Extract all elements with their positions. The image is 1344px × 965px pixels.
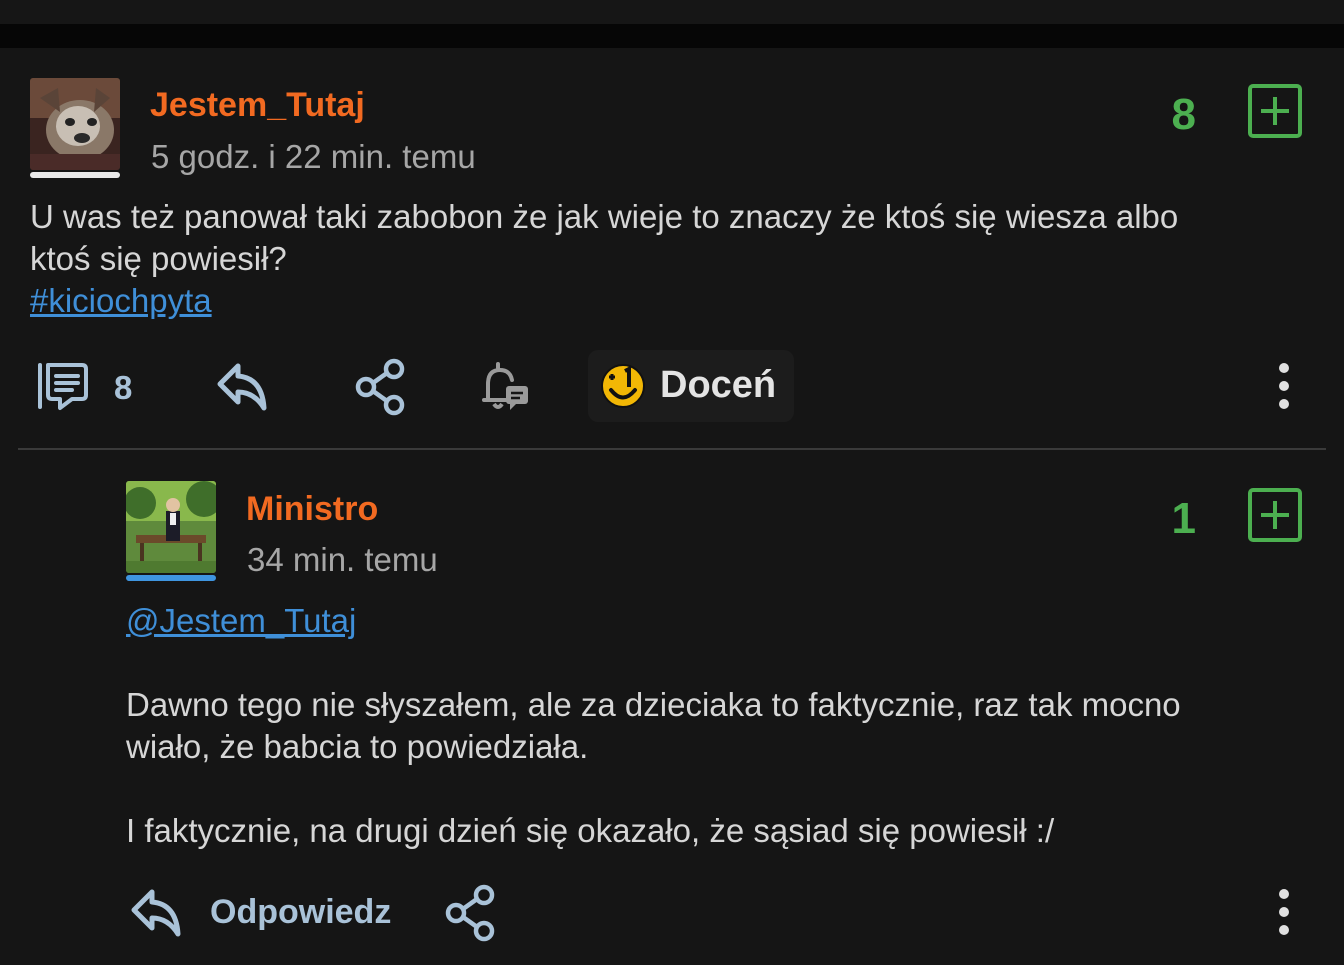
bell-notification-icon[interactable] bbox=[476, 358, 532, 414]
comment-body-line: I faktycznie, na drugi dzień się okazało… bbox=[126, 812, 1055, 849]
comment-body-line: wiało, że babcia to powiedziała. bbox=[126, 728, 589, 765]
share-icon[interactable] bbox=[354, 358, 408, 416]
comment-body-line: Dawno tego nie słyszałem, ale za dziecia… bbox=[126, 686, 1181, 723]
share-icon[interactable] bbox=[444, 884, 498, 942]
top-separator-bar bbox=[0, 24, 1344, 48]
post-body-line: U was też panował taki zabobon że jak wi… bbox=[30, 198, 1179, 235]
avatar[interactable] bbox=[30, 78, 120, 170]
more-vertical-icon[interactable] bbox=[1274, 886, 1294, 938]
vote-score: 1 bbox=[1171, 494, 1196, 543]
plus-one-smiley-icon bbox=[600, 363, 646, 409]
avatar[interactable] bbox=[126, 481, 216, 573]
hashtag-link[interactable]: #kiciochpyta bbox=[30, 280, 212, 322]
post-body: U was też panował taki zabobon że jak wi… bbox=[30, 196, 1320, 322]
avatar-status-bar bbox=[126, 575, 216, 581]
username[interactable]: Jestem_Tutaj bbox=[150, 86, 365, 125]
docen-button[interactable]: Doceń bbox=[588, 350, 794, 422]
divider bbox=[18, 448, 1326, 450]
vote-score: 8 bbox=[1171, 90, 1196, 139]
more-vertical-icon[interactable] bbox=[1274, 360, 1294, 412]
post-body-line: ktoś się powiesił? bbox=[30, 240, 287, 277]
status-band bbox=[0, 0, 1344, 24]
timestamp: 5 godz. i 22 min. temu bbox=[151, 138, 476, 175]
docen-label: Doceń bbox=[660, 364, 777, 406]
plus-square-icon[interactable] bbox=[1248, 84, 1302, 138]
mention-link[interactable]: @Jestem_Tutaj bbox=[126, 600, 356, 642]
reply-arrow-icon[interactable] bbox=[128, 884, 184, 940]
avatar-status-bar bbox=[30, 172, 120, 178]
username[interactable]: Ministro bbox=[246, 490, 378, 529]
comments-count[interactable]: 8 bbox=[114, 369, 132, 407]
reply-arrow-icon[interactable] bbox=[214, 358, 270, 414]
comments-icon[interactable] bbox=[30, 360, 92, 412]
plus-square-icon[interactable] bbox=[1248, 488, 1302, 542]
reply-button-label[interactable]: Odpowiedz bbox=[210, 893, 391, 932]
timestamp: 34 min. temu bbox=[247, 541, 438, 578]
comment-body: @Jestem_Tutaj Dawno tego nie słyszałem, … bbox=[126, 600, 1326, 852]
